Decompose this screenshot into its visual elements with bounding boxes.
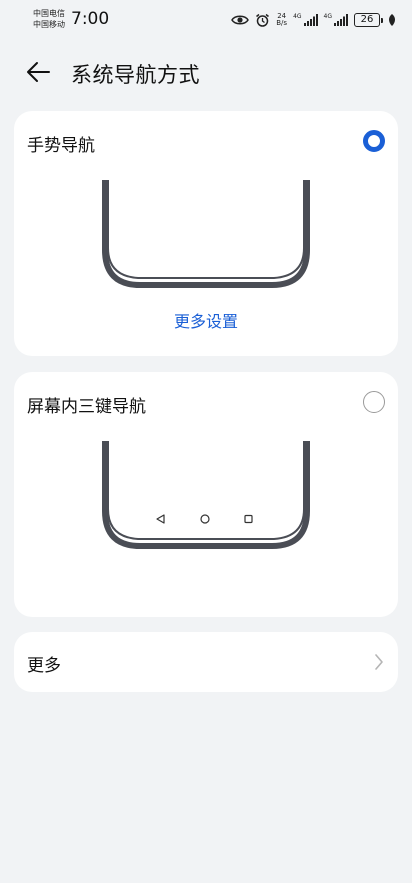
three-key-navigation-card[interactable]: 屏幕内三键导航 (14, 372, 398, 617)
net-speed-unit: B/s (276, 19, 288, 27)
arrow-left-icon (27, 62, 50, 82)
gesture-phone-preview (102, 180, 310, 288)
more-label: 更多 (27, 656, 61, 676)
gesture-navigation-label: 手势导航 (27, 136, 95, 156)
signal-icon (303, 14, 318, 26)
gesture-navigation-card[interactable]: 手势导航 更多设置 (14, 111, 398, 356)
carrier-1: 中国电信 (33, 9, 65, 18)
header: 系统导航方式 (0, 50, 412, 94)
three-key-phone-preview (102, 441, 310, 549)
signal-2: 4G (324, 14, 348, 26)
battery-icon: 26 (354, 13, 383, 27)
alarm-icon (256, 13, 270, 27)
more-settings-link[interactable]: 更多设置 (14, 308, 398, 332)
status-bar: 中国电信 中国移动 7:00 24 B/s 4G 4G 26 (0, 0, 412, 40)
eye-comfort-icon (231, 15, 250, 25)
signal-1-label: 4G (293, 13, 302, 20)
status-icons: 24 B/s 4G 4G 26 (231, 9, 396, 31)
three-key-navigation-radio[interactable] (363, 391, 385, 413)
signal-2-label: 4G (323, 13, 332, 20)
clock: 7:00 (71, 9, 110, 29)
more-row[interactable]: 更多 (14, 632, 398, 692)
signal-icon (334, 14, 348, 26)
gesture-navigation-radio[interactable] (363, 130, 385, 152)
back-button[interactable] (22, 58, 54, 86)
page-title: 系统导航方式 (71, 63, 200, 87)
signal-1: 4G (293, 13, 318, 26)
carrier-2: 中国移动 (33, 20, 65, 29)
three-key-navigation-label: 屏幕内三键导航 (27, 397, 146, 417)
chevron-right-icon (375, 654, 383, 670)
recents-square-icon (244, 514, 253, 524)
home-circle-icon (200, 514, 210, 524)
carrier-info: 中国电信 中国移动 (33, 8, 65, 30)
net-speed: 24 B/s (276, 13, 287, 27)
back-triangle-icon (156, 514, 165, 524)
leaf-icon (389, 14, 395, 26)
